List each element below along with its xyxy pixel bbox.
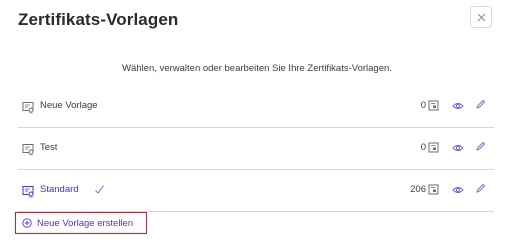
preview-eye-icon[interactable] [452,143,464,153]
edit-pencil-icon[interactable] [475,183,486,194]
certificate-count: 0 [420,142,426,153]
certificate-template-icon [22,102,34,114]
close-icon [477,13,485,21]
template-row[interactable]: Test 0 [18,128,494,170]
dialog-title: Zertifikats-Vorlagen [18,10,179,29]
certificate-templates-dialog: Zertifikats-Vorlagen Wählen, verwalten o… [0,0,514,245]
close-button[interactable] [470,6,492,28]
certificate-template-icon [22,144,34,156]
template-list: Neue Vorlage 0 Test 0 Standard 206 [18,86,494,212]
template-name[interactable]: Test [40,142,57,153]
certificate-icon [428,142,439,153]
preview-eye-icon[interactable] [452,185,464,195]
template-name[interactable]: Standard [40,184,79,195]
dialog-subtitle: Wählen, verwalten oder bearbeiten Sie Ih… [122,63,392,74]
certificate-icon [428,184,439,195]
preview-eye-icon[interactable] [452,101,464,111]
certificate-icon [428,100,439,111]
plus-circle-icon [22,218,32,228]
edit-pencil-icon[interactable] [475,141,486,152]
template-name[interactable]: Neue Vorlage [40,100,98,111]
edit-pencil-icon[interactable] [475,99,486,110]
certificate-count: 206 [410,184,426,195]
certificate-template-icon [22,186,34,198]
template-row-selected[interactable]: Standard 206 [18,170,494,212]
template-row[interactable]: Neue Vorlage 0 [18,86,494,128]
create-template-button[interactable]: Neue Vorlage erstellen [15,212,147,234]
create-template-label: Neue Vorlage erstellen [37,217,134,229]
certificate-count: 0 [420,100,426,111]
checkmark-icon [95,185,104,194]
